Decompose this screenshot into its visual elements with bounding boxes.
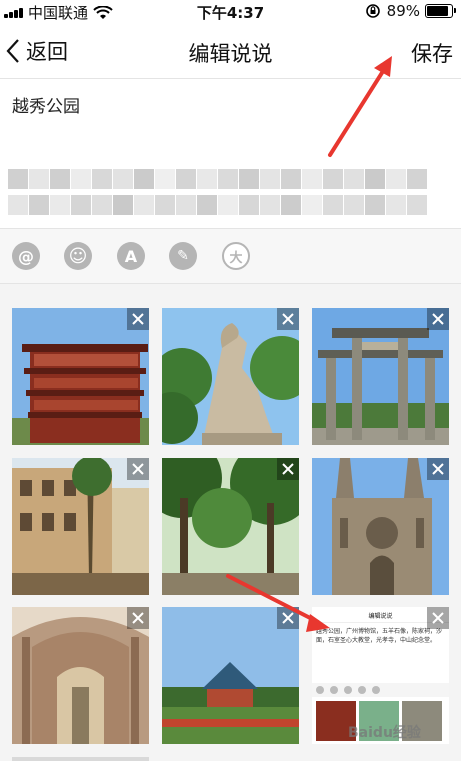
remove-photo-button[interactable]: [277, 458, 299, 480]
close-icon: [432, 313, 444, 325]
big-text-glyph: 大: [229, 250, 243, 266]
close-icon: [132, 313, 144, 325]
navigation-bar: 返回 编辑说说 保存: [0, 28, 461, 76]
battery-percent: 89%: [386, 2, 420, 20]
emoji-glyph: ☺: [68, 245, 88, 267]
at-glyph: @: [18, 246, 34, 266]
remove-photo-button[interactable]: [427, 607, 449, 629]
battery-icon: [425, 4, 456, 18]
page-title: 编辑说说: [188, 42, 273, 66]
battery-fill: [427, 6, 449, 16]
remove-photo-button[interactable]: [277, 607, 299, 629]
photo-thumbnail-8[interactable]: [162, 607, 299, 744]
status-right: 89%: [365, 2, 456, 20]
edit-post-screen: 中国联通 下午4:37 89% 返回 编辑说说 保存 越秀公园 @ ☺ A ✎ …: [0, 0, 461, 761]
magic-wand-glyph: ✎: [177, 248, 189, 264]
baidu-watermark: Baidu经验: [348, 725, 421, 741]
post-text: 越秀公园: [12, 97, 80, 117]
font-glyph: A: [124, 246, 138, 266]
photo-thumbnail-7[interactable]: [12, 607, 149, 744]
close-icon: [132, 612, 144, 624]
emoji-icon[interactable]: ☺: [64, 242, 92, 270]
photo-thumbnail-3[interactable]: [312, 308, 449, 445]
photo-thumbnail-1[interactable]: [12, 308, 149, 445]
mini-toolbar: [312, 683, 449, 697]
rotation-lock-icon: [365, 4, 380, 18]
close-icon: [432, 612, 444, 624]
remove-photo-button[interactable]: [127, 308, 149, 330]
remove-photo-button[interactable]: [427, 308, 449, 330]
remove-photo-button[interactable]: [277, 308, 299, 330]
at-icon[interactable]: @: [12, 242, 40, 270]
close-icon: [282, 313, 294, 325]
mini-post-text: 越秀公园，广州博物馆，五羊石像，陈家祠，沙面，石室圣心大教堂，光孝寺，中山纪念堂…: [316, 628, 443, 644]
photo-thumbnail-2[interactable]: [162, 308, 299, 445]
post-text-editor[interactable]: 越秀公园: [0, 78, 461, 228]
remove-photo-button[interactable]: [427, 458, 449, 480]
blurred-text-region: [8, 166, 438, 218]
close-icon: [282, 612, 294, 624]
partial-next-row: [12, 757, 149, 761]
font-icon[interactable]: A: [117, 242, 145, 270]
photo-thumbnail-5[interactable]: [162, 458, 299, 595]
remove-photo-button[interactable]: [127, 458, 149, 480]
magic-wand-icon[interactable]: ✎: [169, 242, 197, 270]
status-bar: 中国联通 下午4:37 89%: [0, 0, 461, 24]
editor-toolbar: @ ☺ A ✎ 大: [0, 229, 461, 283]
save-button[interactable]: 保存: [411, 38, 453, 68]
photo-thumbnail-6[interactable]: [312, 458, 449, 595]
photo-thumbnail-4[interactable]: [12, 458, 149, 595]
close-icon: [282, 463, 294, 475]
remove-photo-button[interactable]: [127, 607, 149, 629]
big-text-icon[interactable]: 大: [222, 242, 250, 270]
close-icon: [432, 463, 444, 475]
close-icon: [132, 463, 144, 475]
